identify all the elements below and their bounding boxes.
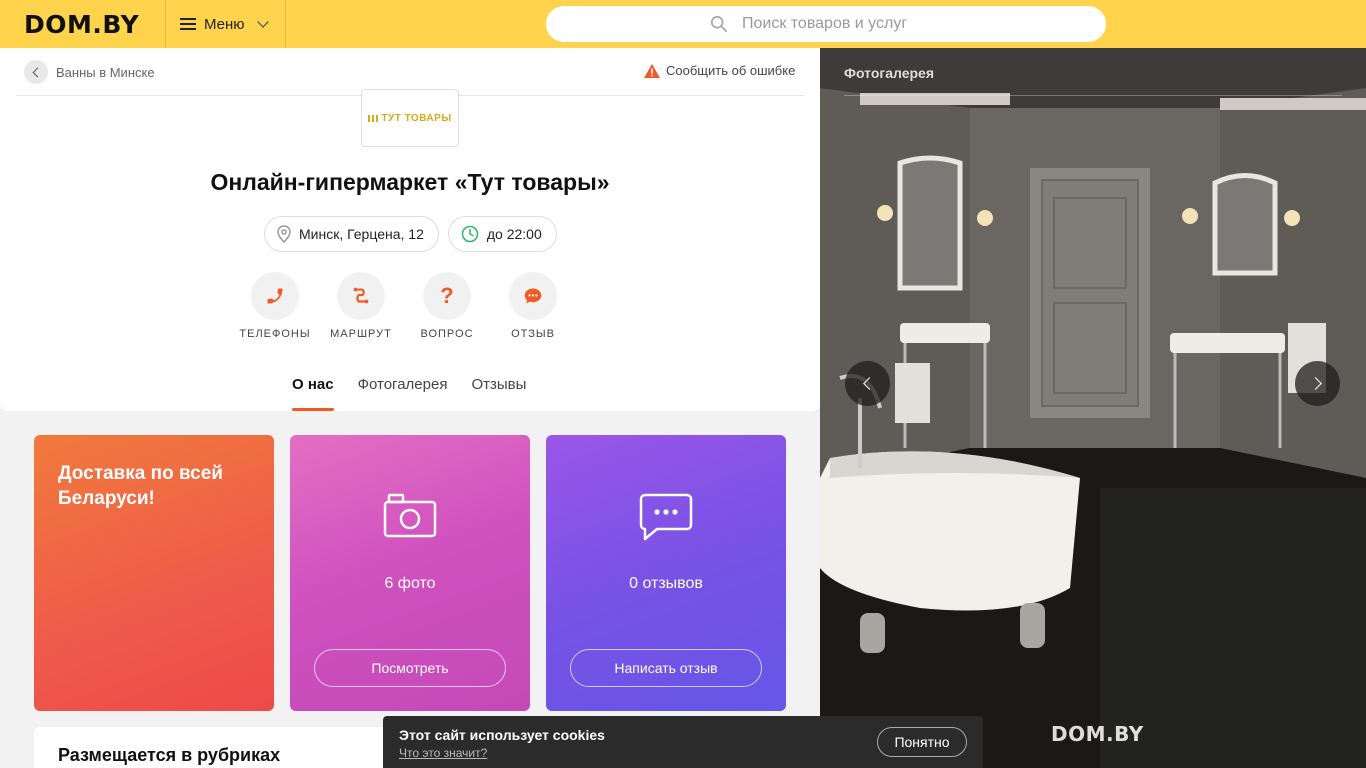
hours-text: до 22:00 xyxy=(486,226,542,242)
gallery-next-button[interactable] xyxy=(1295,361,1340,406)
shop-title: Онлайн-гипермаркет «Тут товары» xyxy=(210,169,610,195)
address-text: Минск, Герцена, 12 xyxy=(299,226,424,242)
search-icon xyxy=(710,15,728,33)
cookie-message: Этот сайт использует cookies xyxy=(399,727,605,743)
route-icon xyxy=(353,287,369,304)
menu-button[interactable]: Меню xyxy=(165,0,286,48)
chat-bubble-icon xyxy=(639,493,693,541)
phones-label: ТЕЛЕФОНЫ xyxy=(239,328,311,340)
write-review-button[interactable]: Написать отзыв xyxy=(570,649,762,687)
location-pin-icon xyxy=(277,225,291,243)
breadcrumb-label: Ванны в Минске xyxy=(56,64,155,80)
warning-icon xyxy=(644,63,660,78)
camera-icon xyxy=(383,493,437,538)
gallery-title: Фотогалерея xyxy=(844,65,934,81)
gallery-prev-button[interactable] xyxy=(845,361,890,406)
shop-meta: Минск, Герцена, 12 до 22:00 xyxy=(264,216,557,252)
hours-chip[interactable]: до 22:00 xyxy=(447,216,557,252)
chat-icon xyxy=(524,288,542,304)
photo-gallery: Фотогалерея DOM.BY xyxy=(820,48,1366,768)
reviews-count: 0 отзывов xyxy=(629,575,703,592)
question-label: ВОПРОС xyxy=(420,328,474,340)
shop-logo-text: ТУТ ТОВАРЫ xyxy=(381,112,452,124)
shop-logo-grid-icon xyxy=(368,114,379,122)
chevron-down-icon xyxy=(256,16,269,28)
tab-about[interactable]: О нас xyxy=(292,376,334,411)
cookie-info-link[interactable]: Что это значит? xyxy=(399,746,487,760)
shop-logo: ТУТ ТОВАРЫ xyxy=(361,89,459,147)
route-label: МАРШРУТ xyxy=(330,328,392,340)
rubrics-title: Размещается в рубриках xyxy=(58,745,281,765)
clock-icon xyxy=(461,225,479,243)
phones-button[interactable]: ТЕЛЕФОНЫ xyxy=(232,272,318,340)
photos-tile: 6 фото Посмотреть xyxy=(290,435,530,711)
report-error-link[interactable]: Сообщить об ошибке xyxy=(644,63,795,78)
review-label: ОТЗЫВ xyxy=(511,328,555,340)
search-input[interactable] xyxy=(742,15,942,33)
question-icon: ? xyxy=(440,283,454,308)
report-label: Сообщить об ошибке xyxy=(666,63,796,78)
site-logo[interactable]: DOM.BY xyxy=(0,0,165,48)
action-buttons: ТЕЛЕФОНЫ МАРШРУТ ? ВОПРОС ОТЗЫВ xyxy=(232,272,576,340)
back-arrow-icon xyxy=(24,60,48,84)
chevron-left-icon xyxy=(863,377,876,390)
chevron-right-icon xyxy=(1309,377,1322,390)
tab-gallery[interactable]: Фотогалерея xyxy=(358,376,448,411)
gallery-watermark: DOM.BY xyxy=(1051,722,1144,746)
reviews-tile: 0 отзывов Написать отзыв xyxy=(546,435,786,711)
shop-tabs: О нас Фотогалерея Отзывы xyxy=(292,376,526,411)
route-button[interactable]: МАРШРУТ xyxy=(318,272,404,340)
cookie-accept-button[interactable]: Понятно xyxy=(877,727,967,757)
delivery-tile: Доставка по всей Беларуси! xyxy=(34,435,274,711)
gallery-divider xyxy=(844,95,1342,96)
breadcrumb-back[interactable]: Ванны в Минске xyxy=(24,60,155,84)
question-button[interactable]: ? ВОПРОС xyxy=(404,272,490,340)
gallery-photo[interactable] xyxy=(820,48,1366,768)
cookie-banner: Этот сайт использует cookies Что это зна… xyxy=(383,716,983,768)
tab-reviews[interactable]: Отзывы xyxy=(471,376,526,411)
burger-icon xyxy=(180,18,196,30)
address-chip[interactable]: Минск, Герцена, 12 xyxy=(264,216,439,252)
delivery-text: Доставка по всей Беларуси! xyxy=(58,463,223,509)
menu-label: Меню xyxy=(204,15,245,33)
photos-count: 6 фото xyxy=(384,575,436,592)
phone-icon xyxy=(267,288,283,304)
view-photos-button[interactable]: Посмотреть xyxy=(314,649,506,687)
top-header: DOM.BY Меню xyxy=(0,0,1366,48)
review-button[interactable]: ОТЗЫВ xyxy=(490,272,576,340)
search-box[interactable] xyxy=(546,6,1106,42)
